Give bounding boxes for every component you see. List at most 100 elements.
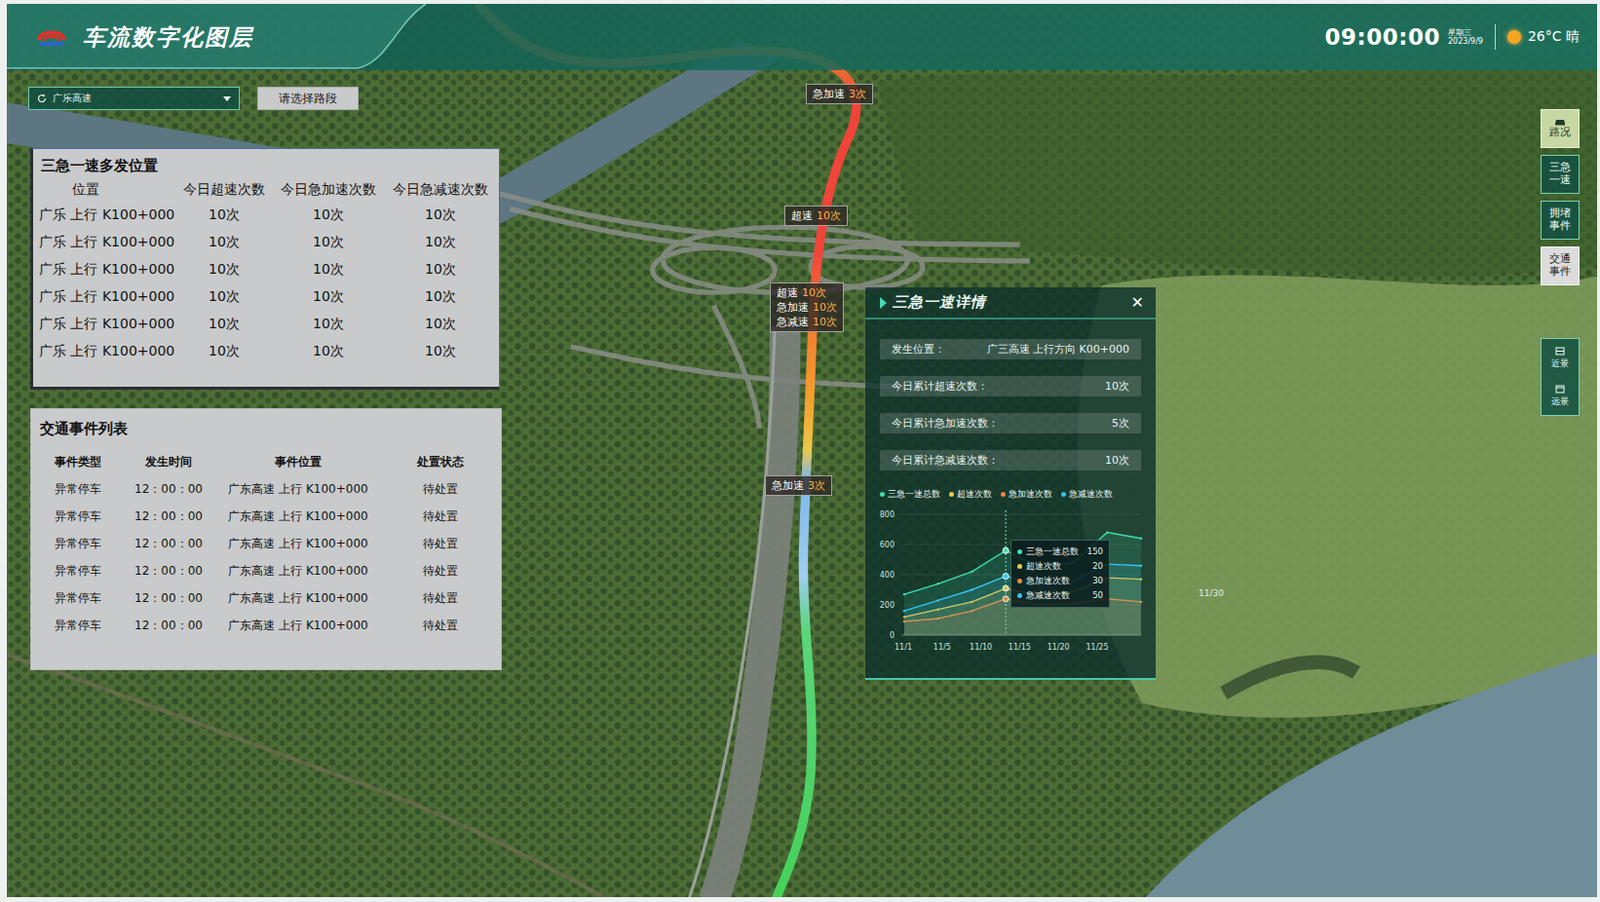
table-row[interactable]: 异常停车12：00：00广东高速 上行 K100+000待处置 — [34, 502, 498, 531]
detail-field: 今日累计急加速次数： 5次 — [879, 413, 1142, 434]
y-tick: 0 — [889, 631, 895, 641]
segment-button[interactable]: 请选择路段 — [257, 86, 359, 111]
tooltip-label: 急加速次数 — [1026, 573, 1070, 589]
field-label: 今日累计急加速次数： — [891, 416, 999, 431]
table-row[interactable]: 异常停车12：00：00广东高速 上行 K100+000待处置 — [34, 557, 498, 585]
table-row[interactable]: 异常停车12：00：00广东高速 上行 K100+000待处置 — [34, 611, 498, 640]
x-tick: 11/15 — [1008, 643, 1031, 652]
sun-icon — [1507, 30, 1522, 44]
table-header: 事件类型发生时间事件位置处置状态 — [34, 448, 498, 476]
label-count: 10次 — [816, 209, 841, 223]
toolbar-button[interactable]: 三急一速 — [1540, 154, 1580, 194]
tooltip-row: 三急一速总数150 — [1017, 544, 1104, 560]
title-marker-icon — [879, 297, 887, 309]
table-cell: 10次 — [272, 288, 384, 306]
table-cell: 10次 — [383, 288, 497, 306]
toolbar-label: 拥堵事件 — [1548, 207, 1571, 232]
table-row[interactable]: 广乐 上行 K100+00010次10次10次 — [38, 228, 494, 257]
toolbar-button[interactable]: 交通事件 — [1540, 246, 1580, 286]
label-count: 10次 — [801, 286, 827, 300]
table-cell: 待处置 — [380, 563, 500, 580]
label-type: 急加速 — [812, 87, 845, 101]
detail-field: 发生位置：广三高速 上行方向 K00+000 — [879, 339, 1142, 360]
road-label[interactable]: 急加速3次 — [764, 475, 833, 496]
table-cell: 异常停车 — [34, 617, 122, 635]
table-cell: 10次 — [175, 261, 273, 279]
table-row[interactable]: 广乐 上行 K100+00010次10次10次 — [38, 256, 494, 284]
field-value: 5次 — [1111, 416, 1130, 431]
table-cell: 12：00：00 — [121, 617, 216, 635]
tooltip-label: 超速次数 — [1026, 559, 1062, 574]
toolbar-label: 路况 — [1548, 126, 1571, 140]
column-header: 事件类型 — [34, 454, 122, 471]
road-status-line — [479, 4, 857, 898]
toolbar-label: 三急一速 — [1548, 161, 1571, 187]
label-count: 3次 — [848, 87, 867, 101]
table-cell: 异常停车 — [34, 535, 122, 553]
view-line-icon — [1556, 350, 1564, 352]
table-cell: 10次 — [383, 233, 497, 252]
logo-arc-icon — [43, 37, 60, 42]
road-label[interactable]: 超速10次 — [784, 205, 848, 227]
hotspot-panel: 三急一速多发位置位置今日超速次数今日急加速次数今日急减速次数广乐 上行 K100… — [30, 148, 500, 390]
chart-legend: 三急一速总数超速次数急加速次数急减速次数 — [879, 487, 1156, 501]
table-row[interactable]: 广乐 上行 K100+00010次10次10次 — [38, 201, 494, 229]
road-select[interactable]: 广乐高速 — [28, 86, 240, 111]
legend-item: 三急一速总数 — [879, 488, 941, 501]
series-area — [904, 533, 1142, 636]
road-label-line: 超速10次 — [791, 208, 841, 224]
road-label[interactable]: 急加速3次 — [805, 83, 874, 105]
column-header: 今日急减速次数 — [383, 181, 497, 199]
close-button[interactable]: ✕ — [1131, 293, 1144, 312]
tooltip-value: 20 — [1092, 559, 1104, 574]
y-tick: 800 — [879, 510, 895, 520]
table-cell: 待处置 — [380, 590, 500, 608]
legend-label: 急减速次数 — [1068, 488, 1113, 501]
car-icon — [1554, 117, 1566, 127]
table-cell: 广乐 上行 K100+000 — [38, 288, 176, 306]
label-count: 3次 — [807, 479, 826, 493]
series-point — [970, 588, 973, 591]
series-point — [937, 599, 940, 602]
detail-fields: 发生位置：广三高速 上行方向 K00+000今日累计超速次数：10次今日累计急加… — [865, 339, 1156, 471]
x-tick: 11/25 — [1085, 643, 1108, 652]
table-cell: 12：00：00 — [121, 508, 216, 526]
series-point — [1140, 565, 1143, 568]
road-label-line: 急加速10次 — [776, 300, 838, 315]
legend-item: 超速次数 — [949, 488, 992, 501]
table-row[interactable]: 广乐 上行 K100+00010次10次10次 — [38, 310, 494, 339]
table-row[interactable]: 异常停车12：00：00广东高速 上行 K100+000待处置 — [34, 584, 498, 612]
table-cell: 10次 — [272, 315, 384, 334]
table-cell: 12：00：00 — [121, 481, 216, 498]
label-type: 超速 — [776, 286, 799, 300]
view-button[interactable]: 远景 — [1541, 377, 1579, 416]
view-line-icon — [1556, 386, 1564, 388]
table-cell: 广乐 上行 K100+000 — [38, 233, 176, 252]
panel-title: 交通事件列表 — [34, 415, 498, 443]
toolbar-button[interactable]: 拥堵事件 — [1540, 200, 1580, 240]
view-button[interactable]: 近景 — [1541, 339, 1579, 378]
column-header: 事件位置 — [215, 454, 381, 471]
toolbar-button[interactable]: 路况 — [1540, 109, 1580, 149]
header-info: 09:00:00星期三2023/9/926°C 晴 — [1325, 24, 1580, 50]
table-row[interactable]: 异常停车12：00：00广东高速 上行 K100+000待处置 — [34, 530, 498, 558]
table-cell: 异常停车 — [34, 590, 122, 608]
legend-dot — [879, 492, 885, 497]
date: 2023/9/9 — [1447, 37, 1484, 46]
table-row[interactable]: 异常停车12：00：00广东高速 上行 K100+000待处置 — [34, 475, 498, 503]
app-title: 车流数字化图层 — [82, 22, 254, 53]
road-select-value: 广乐高速 — [52, 91, 92, 106]
view-label: 近景 — [1551, 357, 1569, 371]
x-tick: 11/20 — [1047, 643, 1070, 652]
table-header: 位置今日超速次数今日急加速次数今日急减速次数 — [38, 178, 494, 202]
road-label[interactable]: 超速10次急加速10次急减速10次 — [769, 282, 844, 333]
table-cell: 广东高速 上行 K100+000 — [215, 590, 381, 608]
detail-field: 今日累计超速次数：10次 — [879, 376, 1142, 397]
table-row[interactable]: 广乐 上行 K100+00010次10次10次 — [38, 283, 494, 311]
side-toolbar: 路况三急一速拥堵事件交通事件近景远景 — [1540, 109, 1580, 417]
legend-item: 急减速次数 — [1061, 488, 1113, 501]
toolbar-label: 交通事件 — [1548, 253, 1571, 278]
detail-field: 今日累计急减速次数：10次 — [879, 450, 1142, 471]
table-row[interactable]: 广乐 上行 K100+00010次10次10次 — [38, 338, 494, 366]
column-header: 今日急加速次数 — [272, 181, 384, 199]
